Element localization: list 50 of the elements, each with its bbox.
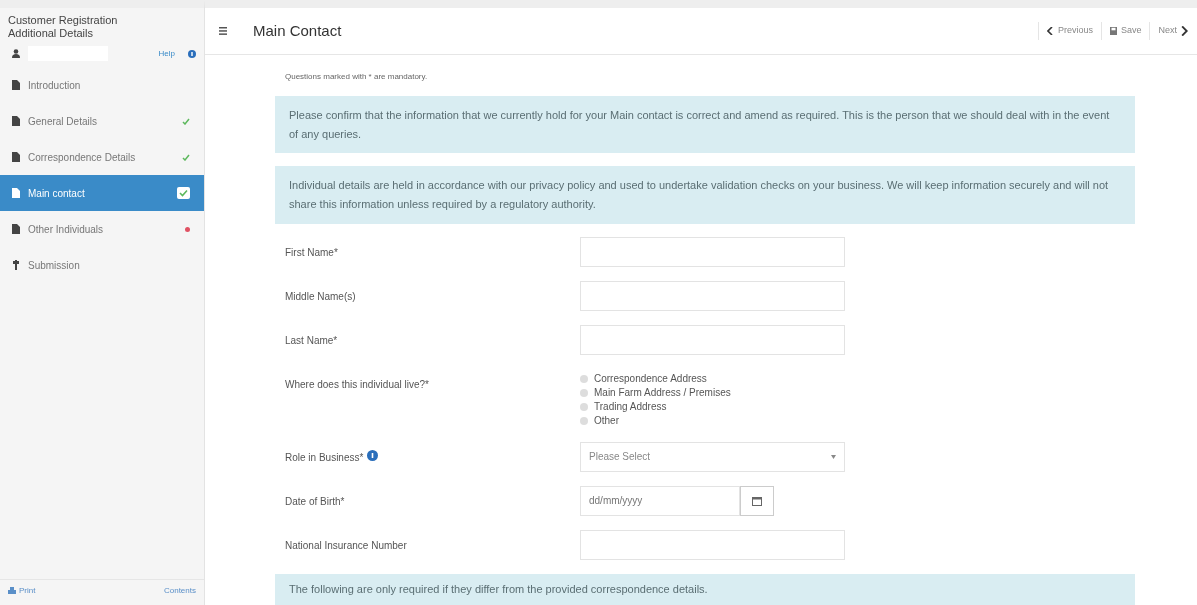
sidebar-item[interactable]: Introduction bbox=[0, 67, 204, 104]
printer-icon bbox=[8, 587, 16, 594]
user-icon bbox=[12, 49, 20, 59]
document-icon bbox=[12, 116, 20, 127]
text-field[interactable] bbox=[580, 324, 845, 355]
field-label: First Name* bbox=[285, 245, 338, 260]
field-label: Role in Business* bbox=[285, 450, 364, 465]
info-alert: The following are only required if they differ from the provided correspondence details. bbox=[275, 573, 1135, 605]
pin-icon bbox=[12, 260, 20, 271]
menu-icon bbox=[219, 27, 227, 35]
radio-option[interactable]: Trading Address bbox=[580, 399, 731, 414]
date-field[interactable]: dd/mm/yyyy bbox=[580, 485, 740, 516]
caret-icon bbox=[831, 454, 836, 459]
previous-button[interactable]: Previous bbox=[1037, 22, 1101, 40]
sidebar-item[interactable]: Main contact bbox=[0, 175, 204, 212]
calendar-icon bbox=[752, 495, 762, 506]
page-title: Main Contact bbox=[253, 20, 342, 41]
save-button[interactable]: Save bbox=[1100, 22, 1150, 40]
next-button[interactable]: Next bbox=[1149, 22, 1197, 40]
field-label: Where does this individual live?* bbox=[285, 377, 429, 392]
select-field[interactable]: Please Select bbox=[580, 441, 845, 472]
sidebar-title: Customer Registration Additional Details bbox=[7, 13, 119, 41]
text-field[interactable] bbox=[580, 529, 845, 560]
sidebar-item[interactable]: Correspondence Details bbox=[0, 139, 204, 176]
help-icon bbox=[188, 49, 196, 58]
field-label: Date of Birth* bbox=[285, 494, 345, 509]
text-field[interactable] bbox=[580, 236, 845, 267]
document-icon bbox=[12, 152, 20, 163]
sidebar-item[interactable]: Submission bbox=[0, 247, 204, 284]
radio-option[interactable]: Correspondence Address bbox=[580, 371, 731, 386]
document-icon bbox=[12, 80, 20, 91]
document-icon bbox=[12, 188, 20, 199]
print-link[interactable]: Print bbox=[19, 584, 36, 597]
mandatory-note: Questions marked with * are mandatory. bbox=[284, 71, 429, 83]
radio-option[interactable]: Other bbox=[580, 413, 731, 428]
info-alert: Please confirm that the information that we currently hold for your Main contact is correct and amend as required. This is the person that we should deal with in the event of any queries. bbox=[275, 96, 1135, 154]
field-label: Last Name* bbox=[285, 333, 338, 348]
sidebar-item[interactable]: General Details bbox=[0, 103, 204, 140]
radio-option[interactable]: Main Farm Address / Premises bbox=[580, 385, 731, 400]
sidebar-item[interactable]: Other Individuals bbox=[0, 211, 204, 248]
field-label: Middle Name(s) bbox=[285, 289, 356, 304]
chevron-right-icon bbox=[1181, 26, 1189, 36]
contents-link[interactable]: Contents bbox=[163, 584, 196, 597]
document-icon bbox=[12, 224, 20, 235]
calendar-button[interactable] bbox=[740, 485, 774, 516]
info-alert: Individual details are held in accordance with our privacy policy and used to undertake validation checks on your business. We will keep information securely and will not share this information unless required by a regulatory authority. bbox=[275, 166, 1135, 224]
help-link[interactable]: Help bbox=[158, 47, 175, 60]
chevron-left-icon bbox=[1046, 27, 1054, 35]
text-field[interactable] bbox=[580, 280, 845, 311]
field-label: National Insurance Number bbox=[285, 538, 407, 553]
